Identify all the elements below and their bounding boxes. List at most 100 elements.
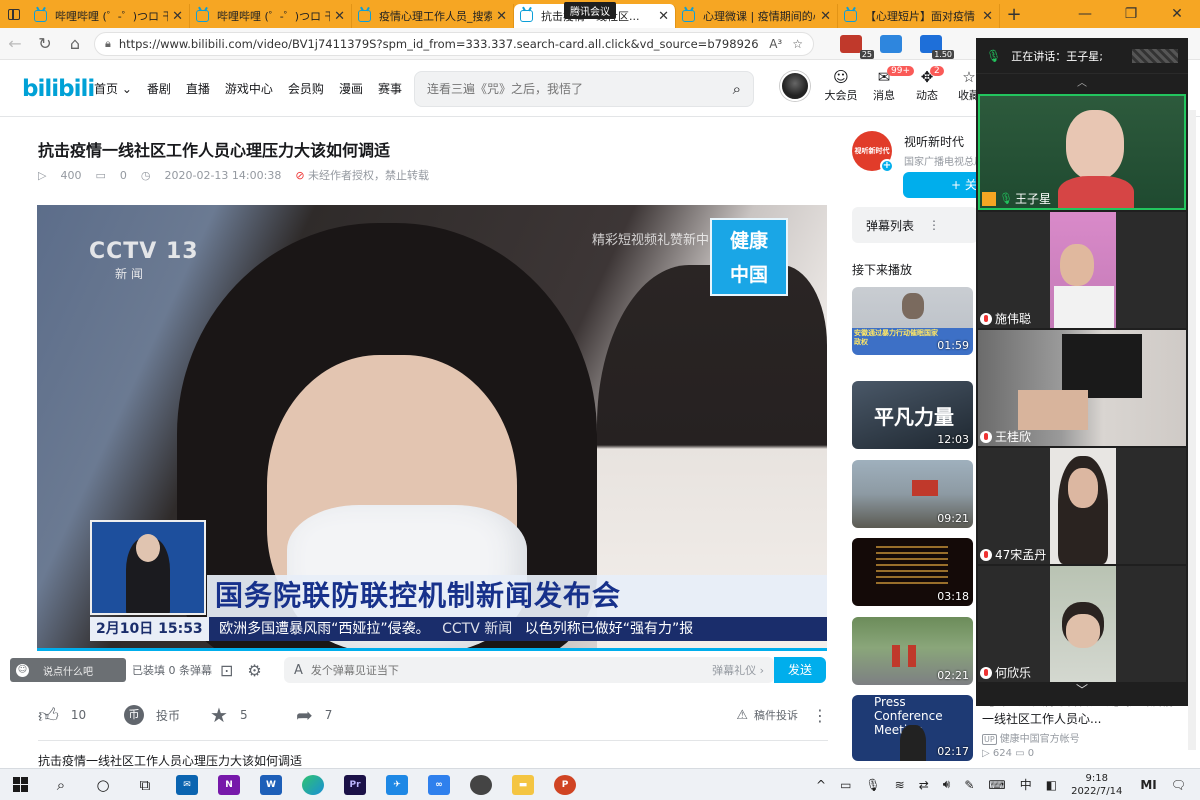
notification-icon[interactable]: 🗨︎ xyxy=(1171,778,1186,792)
share-button[interactable]: ➦ 7 xyxy=(296,703,382,727)
nav-manga[interactable]: 漫画 xyxy=(339,80,363,97)
clock[interactable]: 9:18 2022/7/14 xyxy=(1071,772,1122,798)
browser-tab[interactable]: 哔哩哔哩 (゜-゜)つロ 干 ✕ xyxy=(28,4,190,28)
nav-shop[interactable]: 会员购 xyxy=(288,80,324,97)
browser-tab[interactable]: 疫情心理工作人员_搜索 ✕ xyxy=(352,4,514,28)
uploader-avatar[interactable]: 视听新时代 + xyxy=(852,131,894,173)
danmaku-toggle-icon[interactable]: ⊡ xyxy=(220,661,233,680)
cortana-icon[interactable]: ○ xyxy=(82,776,124,794)
close-icon[interactable]: ✕ xyxy=(982,9,993,24)
nav-esports[interactable]: 赛事 xyxy=(378,80,402,97)
search-icon[interactable]: ⌕ xyxy=(733,80,741,98)
close-window-icon[interactable]: ✕ xyxy=(1154,6,1200,22)
refresh-icon[interactable]: ↻ xyxy=(30,34,60,53)
browser-tab[interactable]: 【心理短片】面对疫情 ✕ xyxy=(838,4,1000,28)
tab-actions-icon[interactable] xyxy=(0,0,28,28)
page-scrollbar[interactable] xyxy=(1188,110,1196,750)
recommended-video-thumb[interactable]: Press Conference Meeting 02:17 xyxy=(852,695,973,761)
read-aloud-icon[interactable]: A³ xyxy=(769,37,782,51)
mi-logo-icon[interactable]: MI xyxy=(1140,778,1156,792)
browser-tab[interactable]: 哔哩哔哩 (゜-゜)つロ 干 ✕ xyxy=(190,4,352,28)
chevron-up-icon[interactable]: ^ xyxy=(816,778,826,792)
video-player[interactable]: CCTV 13 新闻 精彩短视频礼赞新中国 bilibili 健康 中国 国务院联… xyxy=(37,205,827,649)
recommended-video-thumb[interactable]: 安徽通过暴力行动催眠国家政权 01:59 xyxy=(852,287,973,355)
taskbar-app[interactable] xyxy=(460,774,502,795)
extension-icon[interactable] xyxy=(880,34,902,53)
video-progress-bar[interactable] xyxy=(37,648,827,651)
layout-grid-icon[interactable] xyxy=(1132,48,1178,63)
input-mode-icon[interactable]: ◧ xyxy=(1046,778,1057,792)
participant-tile[interactable]: 施伟聪 xyxy=(978,212,1186,328)
taskbar-app[interactable]: ▬ xyxy=(502,774,544,795)
start-button[interactable] xyxy=(0,777,40,792)
recommended-video-thumb[interactable]: 02:21 xyxy=(852,617,973,685)
browser-tab[interactable]: 心理微课 | 疫情期间的心 ✕ xyxy=(676,4,838,28)
close-icon[interactable]: ✕ xyxy=(820,9,831,24)
recommended-video-thumb[interactable]: 09:21 xyxy=(852,460,973,528)
microphone-icon[interactable]: 🎙︎ xyxy=(865,778,880,792)
network-icon[interactable]: ▭ xyxy=(840,778,851,792)
home-icon[interactable]: ⌂ xyxy=(60,34,90,53)
extension-icon[interactable]: 25 xyxy=(840,34,874,59)
wifi-icon[interactable]: ≋ xyxy=(895,778,905,792)
danmaku-settings-icon[interactable]: ⚙ xyxy=(247,661,261,680)
more-options-icon[interactable]: ⋮ xyxy=(928,218,940,232)
taskbar-app[interactable]: ✈ xyxy=(376,774,418,795)
close-icon[interactable]: ✕ xyxy=(172,9,183,24)
chevron-down-icon[interactable]: ﹀ xyxy=(976,681,1188,698)
favorite-star-icon[interactable]: ☆ xyxy=(792,37,803,51)
search-input[interactable] xyxy=(427,82,733,96)
url-input[interactable]: 🔒︎ https://www.bilibili.com/video/BV1j74… xyxy=(94,31,814,56)
participant-tile[interactable]: 47宋孟丹 xyxy=(978,448,1186,564)
recommended-video-thumb[interactable]: 平凡力量 12:03 xyxy=(852,381,973,449)
header-dynamic[interactable]: ✥ 动态 2 xyxy=(906,66,948,103)
taskbar-app[interactable]: Pr xyxy=(334,774,376,795)
recommended-video-thumb[interactable]: 03:18 xyxy=(852,538,973,606)
danmaku-input[interactable] xyxy=(310,663,713,677)
chevron-up-icon[interactable]: ︿ xyxy=(976,74,1188,94)
close-icon[interactable]: ✕ xyxy=(658,9,669,24)
taskbar-app[interactable]: N xyxy=(208,774,250,795)
danmaku-style-icon[interactable]: A xyxy=(294,663,303,678)
volume-icon[interactable]: 🔊︎ xyxy=(943,777,951,792)
taskbar-app[interactable] xyxy=(292,774,334,795)
search-icon[interactable]: ⌕ xyxy=(40,776,82,794)
taskbar-app[interactable]: P xyxy=(544,774,586,795)
taskbar-app[interactable]: ✉ xyxy=(166,774,208,795)
recommended-video-owner[interactable]: UP 健康中国官方帐号 xyxy=(982,730,1080,745)
nav-anime[interactable]: 番剧 xyxy=(147,80,171,97)
coin-button[interactable]: 币投币 xyxy=(124,705,210,725)
task-view-icon[interactable]: ⧉ xyxy=(124,776,166,794)
danmaku-list-toggle[interactable]: 弹幕列表 ⋮ xyxy=(852,207,978,243)
minimize-icon[interactable]: — xyxy=(1062,6,1108,22)
uploader-name[interactable]: 视听新时代 xyxy=(904,133,964,150)
extension-icon[interactable]: 1.50 xyxy=(920,34,954,59)
keyboard-icon[interactable]: ⌨ xyxy=(988,778,1005,792)
close-icon[interactable]: ✕ xyxy=(334,9,345,24)
bilibili-logo[interactable]: bilibili xyxy=(22,76,95,102)
pen-icon[interactable]: ✎ xyxy=(964,778,974,792)
send-danmaku-button[interactable]: 发送 xyxy=(774,657,826,683)
nav-home[interactable]: 首页 ⌄ xyxy=(94,80,132,97)
favorite-button[interactable]: ★ 5 xyxy=(210,703,296,727)
nav-live[interactable]: 直播 xyxy=(186,80,210,97)
like-button[interactable]: 👍︎ 10 xyxy=(38,703,124,728)
header-big-member[interactable]: ☺ 大会员 xyxy=(820,68,862,103)
sync-icon[interactable]: ⇄ xyxy=(919,778,929,792)
participant-tile[interactable]: 何欣乐 xyxy=(978,566,1186,682)
ime-indicator[interactable]: 中 xyxy=(1020,776,1032,793)
report-link[interactable]: ⚠ 稿件投诉 xyxy=(736,707,798,723)
participant-tile[interactable]: 王桂欣 xyxy=(978,330,1186,446)
maximize-icon[interactable]: ❐ xyxy=(1108,6,1154,22)
danmaku-etiquette-link[interactable]: 弹幕礼仪 › xyxy=(712,662,764,678)
header-messages[interactable]: ✉ 消息 99+ xyxy=(863,66,914,103)
taskbar-app[interactable]: W xyxy=(250,774,292,795)
more-options-icon[interactable]: ⋮ xyxy=(812,706,828,725)
participant-tile[interactable]: 🎙︎ 王子星 xyxy=(978,94,1186,210)
nav-game-center[interactable]: 游戏中心 xyxy=(225,80,273,97)
back-arrow-icon[interactable]: ← xyxy=(0,34,30,53)
follow-button[interactable]: + 关注 xyxy=(903,172,983,198)
avatar[interactable] xyxy=(780,71,810,101)
close-icon[interactable]: ✕ xyxy=(496,9,507,24)
taskbar-app[interactable]: ∞ xyxy=(418,774,460,795)
